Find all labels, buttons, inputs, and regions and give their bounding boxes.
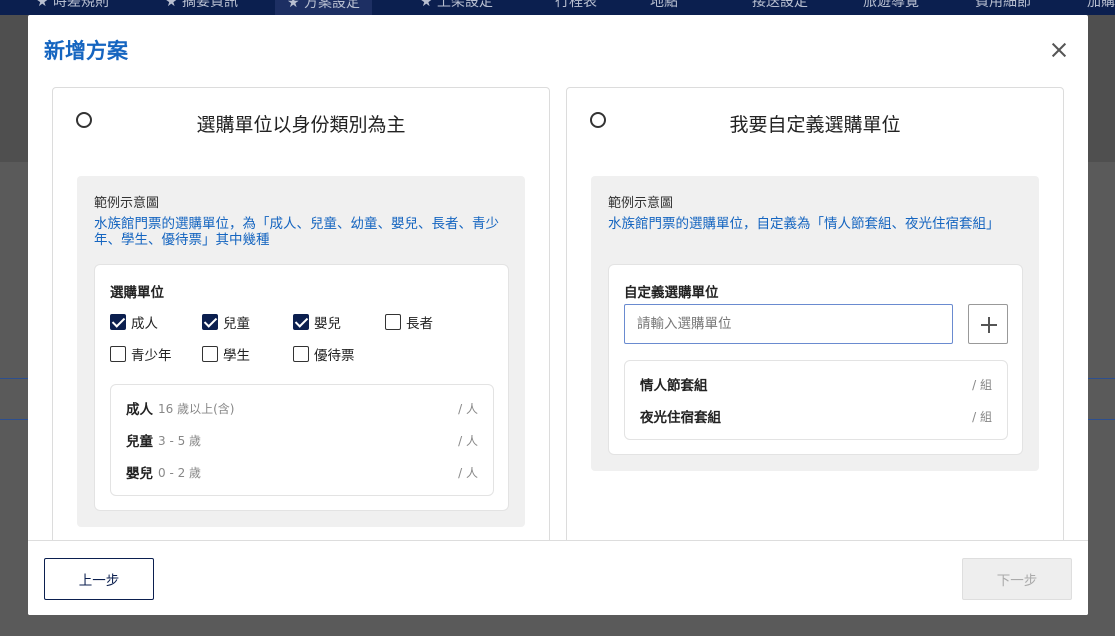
list-item: 兒童 3 - 5 歲 / 人 bbox=[126, 430, 478, 451]
checkbox-box[interactable] bbox=[110, 346, 126, 362]
units-preview-list: 成人 16 歲以上(含) / 人 兒童 3 - 5 歲 / 人 嬰兒 0 - 2… bbox=[110, 384, 494, 496]
unit-suffix: / 人 bbox=[458, 465, 478, 480]
modal-footer: 上一步 下一步 bbox=[28, 540, 1088, 615]
bg-nav-item: 加購 bbox=[1087, 0, 1115, 10]
checkbox-child[interactable]: 兒童 bbox=[202, 312, 250, 332]
bg-nav-item: ★ 方案設定 bbox=[275, 0, 373, 15]
unit-age: 3 - 5 歲 bbox=[158, 433, 202, 448]
unit-name: 嬰兒 bbox=[126, 466, 153, 482]
plus-icon[interactable] bbox=[968, 304, 1008, 344]
example-box: 範例示意圖 水族館門票的選購單位，為「成人、兒童、幼童、嬰兒、長者、青少年、學生… bbox=[77, 176, 525, 527]
custom-units-list: 情人節套組 / 組 夜光住宿套組 / 組 bbox=[624, 360, 1008, 440]
unit-suffix: / 人 bbox=[458, 401, 478, 416]
checkbox-concession[interactable]: 優待票 bbox=[293, 344, 355, 364]
list-item: 情人節套組 / 組 bbox=[640, 374, 992, 395]
unit-age: 16 歲以上(含) bbox=[158, 401, 235, 416]
checkbox-label: 成人 bbox=[131, 316, 158, 332]
list-item: 嬰兒 0 - 2 歲 / 人 bbox=[126, 462, 478, 483]
previous-step-button[interactable]: 上一步 bbox=[44, 558, 154, 600]
checkbox-adult[interactable]: 成人 bbox=[110, 312, 158, 332]
example-description: 水族館門票的選購單位，自定義為「情人節套組、夜光住宿套組」 bbox=[608, 216, 1000, 232]
example-custom-units-card: 自定義選購單位 情人節套組 / 組 夜光住宿套組 / 組 bbox=[608, 264, 1023, 455]
bg-nav-item: ★ 摘要資訊 bbox=[165, 0, 239, 10]
unit-age: 0 - 2 歲 bbox=[158, 465, 202, 480]
unit-suffix: / 人 bbox=[458, 433, 478, 448]
list-item: 夜光住宿套組 / 組 bbox=[640, 406, 992, 427]
checkbox-infant[interactable]: 嬰兒 bbox=[293, 312, 341, 332]
background-top-nav: ★ 時差規則 ★ 摘要資訊 ★ 方案設定 ★ 上架設定 行程表 地點 接送設定 … bbox=[0, 0, 1115, 15]
option-title: 我要自定義選購單位 bbox=[729, 114, 901, 136]
bg-nav-item: 地點 bbox=[650, 0, 678, 10]
unit-name: 夜光住宿套組 bbox=[640, 410, 721, 426]
unit-name: 兒童 bbox=[126, 434, 153, 450]
option-card-identity[interactable]: 選購單位以身份類別為主 範例示意圖 水族館門票的選購單位，為「成人、兒童、幼童、… bbox=[52, 87, 550, 557]
checkbox-label: 長者 bbox=[406, 316, 433, 332]
unit-name: 成人 bbox=[126, 402, 153, 418]
checkbox-senior[interactable]: 長者 bbox=[385, 312, 433, 332]
checkbox-label: 學生 bbox=[223, 348, 250, 364]
option-card-custom[interactable]: 我要自定義選購單位 範例示意圖 水族館門票的選購單位，自定義為「情人節套組、夜光… bbox=[566, 87, 1064, 557]
checkbox-label: 青少年 bbox=[131, 348, 172, 364]
checkbox-box[interactable] bbox=[202, 314, 218, 330]
checkbox-box[interactable] bbox=[385, 314, 401, 330]
option-title: 選購單位以身份類別為主 bbox=[196, 114, 406, 136]
bg-nav-item: 費用細節 bbox=[975, 0, 1031, 10]
example-box: 範例示意圖 水族館門票的選購單位，自定義為「情人節套組、夜光住宿套組」 自定義選… bbox=[591, 176, 1039, 471]
unit-suffix: / 組 bbox=[972, 377, 992, 392]
checkbox-box[interactable] bbox=[293, 314, 309, 330]
bg-nav-item: 旅遊導覽 bbox=[863, 0, 919, 10]
units-title: 自定義選購單位 bbox=[624, 285, 719, 301]
units-title: 選購單位 bbox=[110, 285, 164, 301]
bg-nav-item: 行程表 bbox=[555, 0, 597, 10]
checkbox-box[interactable] bbox=[293, 346, 309, 362]
next-step-button[interactable]: 下一步 bbox=[962, 558, 1072, 600]
list-item: 成人 16 歲以上(含) / 人 bbox=[126, 398, 478, 419]
bg-nav-item: ★ 上架設定 bbox=[420, 0, 494, 10]
bg-nav-item: 接送設定 bbox=[752, 0, 808, 10]
checkbox-label: 兒童 bbox=[223, 316, 250, 332]
checkbox-box[interactable] bbox=[110, 314, 126, 330]
checkbox-label: 優待票 bbox=[314, 348, 355, 364]
close-icon[interactable] bbox=[1048, 39, 1070, 61]
checkbox-student[interactable]: 學生 bbox=[202, 344, 250, 364]
checkbox-youth[interactable]: 青少年 bbox=[110, 344, 172, 364]
example-description: 水族館門票的選購單位，為「成人、兒童、幼童、嬰兒、長者、青少年、學生、優待票」其… bbox=[94, 216, 499, 248]
checkbox-box[interactable] bbox=[202, 346, 218, 362]
bg-nav-item: ★ 時差規則 bbox=[36, 0, 110, 10]
new-plan-modal: 新增方案 選購單位以身份類別為主 範例示意圖 水族館門票的選購單位，為「成人、兒… bbox=[28, 15, 1088, 615]
example-label: 範例示意圖 bbox=[608, 196, 674, 211]
checkbox-label: 嬰兒 bbox=[314, 316, 341, 332]
example-label: 範例示意圖 bbox=[94, 196, 160, 211]
custom-unit-input[interactable] bbox=[624, 304, 953, 344]
unit-suffix: / 組 bbox=[972, 409, 992, 424]
unit-name: 情人節套組 bbox=[640, 378, 708, 394]
example-units-card: 選購單位 成人 兒童 嬰兒 長者 青少年 學生 優待票 成人 16 歲以上(含)… bbox=[94, 264, 509, 511]
modal-title: 新增方案 bbox=[44, 39, 128, 63]
